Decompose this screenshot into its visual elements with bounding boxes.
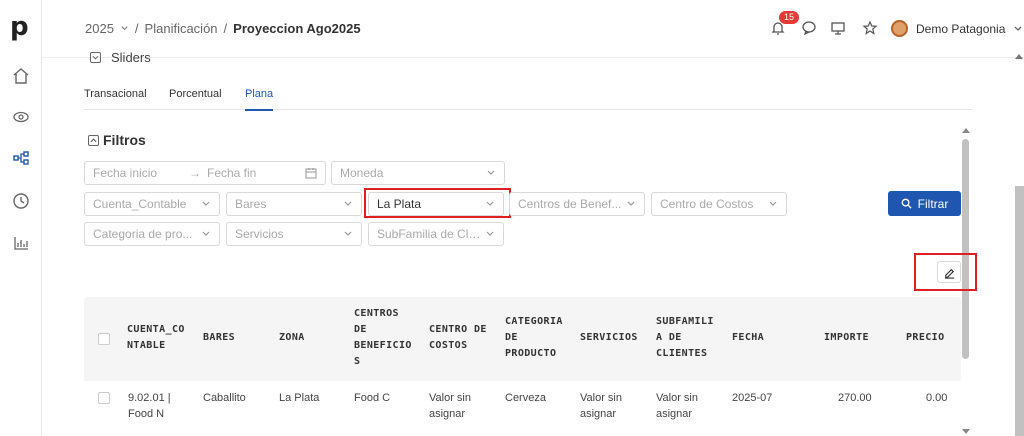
cell-cuenta-contable: 9.02.01 | Food N xyxy=(128,392,171,420)
search-icon xyxy=(901,198,912,209)
user-menu[interactable]: Demo Patagonia xyxy=(891,20,1023,37)
highlight-box-edit xyxy=(914,253,977,291)
breadcrumb-section[interactable]: Planificación xyxy=(145,21,218,36)
subfamilia-select[interactable]: SubFamilia de Cli... xyxy=(368,222,504,246)
centros-beneficio-placeholder: Centros de Benef... xyxy=(518,197,622,211)
sliders-label: Sliders xyxy=(111,50,151,65)
col-servicios[interactable]: SERVICIOS xyxy=(580,330,638,346)
chevron-down-icon xyxy=(202,231,210,236)
filters-title: Filtros xyxy=(103,132,146,148)
clock-icon[interactable] xyxy=(11,191,31,211)
chevron-down-icon xyxy=(202,201,210,206)
tab-bar: Transacional Porcentual Plana xyxy=(84,86,972,111)
col-centro-costos[interactable]: CENTRO DE COSTOS xyxy=(429,322,487,354)
calendar-icon[interactable] xyxy=(305,167,317,179)
subfamilia-placeholder: SubFamilia de Cli... xyxy=(377,227,481,241)
select-all-checkbox[interactable] xyxy=(98,333,110,345)
col-zona[interactable]: ZONA xyxy=(279,330,305,346)
cell-centros-beneficio: Food C xyxy=(354,392,391,404)
servicios-select[interactable]: Servicios xyxy=(226,222,362,246)
bar-chart-icon[interactable] xyxy=(11,233,31,253)
home-icon[interactable] xyxy=(11,66,31,86)
cell-importe: 270.00 xyxy=(838,392,872,404)
tab-plana[interactable]: Plana xyxy=(245,88,274,111)
chevron-down-icon xyxy=(1014,26,1022,31)
cell-precio: 0.00 xyxy=(926,392,948,404)
tab-transacional[interactable]: Transacional xyxy=(84,88,147,100)
bares-placeholder: Bares xyxy=(235,197,267,211)
content-scrollbar[interactable] xyxy=(962,139,969,359)
scroll-up-arrow[interactable] xyxy=(962,128,970,133)
filters-section-toggle[interactable]: Filtros xyxy=(88,132,146,148)
chevron-down-icon xyxy=(769,201,777,206)
chevron-down-icon xyxy=(344,201,352,206)
col-subfamilia-clientes[interactable]: SUBFAMILI A DE CLIENTES xyxy=(656,314,714,362)
collapse-icon xyxy=(90,52,101,63)
row-checkbox[interactable] xyxy=(98,392,110,404)
cell-centro-costos: Valor sin asignar xyxy=(429,392,471,420)
centros-beneficio-select[interactable]: Centros de Benef... xyxy=(509,192,645,216)
cuenta-contable-placeholder: Cuenta_Contable xyxy=(93,197,187,211)
col-cuenta-contable[interactable]: CUENTA_CO NTABLE xyxy=(127,322,185,354)
moneda-select[interactable]: Moneda xyxy=(331,161,505,185)
date-range-picker[interactable]: Fecha inicio → Fecha fin xyxy=(84,161,326,185)
col-categoria-producto[interactable]: CATEGORIA DE PRODUCTO xyxy=(505,314,563,362)
breadcrumb-current: Proyeccion Ago2025 xyxy=(233,21,361,36)
monitor-icon[interactable] xyxy=(830,20,846,36)
cell-categoria-producto: Cerveza xyxy=(505,392,546,404)
date-start-input[interactable]: Fecha inicio xyxy=(93,166,183,180)
notification-badge: 15 xyxy=(779,11,800,24)
user-name: Demo Patagonia xyxy=(916,21,1006,36)
sliders-section-toggle[interactable]: Sliders xyxy=(90,50,151,65)
star-icon[interactable] xyxy=(862,20,878,36)
cell-subfamilia-clientes: Valor sin asignar xyxy=(656,392,698,420)
filter-button-label: Filtrar xyxy=(917,196,949,211)
cell-zona: La Plata xyxy=(279,392,320,404)
breadcrumb-year[interactable]: 2025 xyxy=(85,21,114,36)
filter-button[interactable]: Filtrar xyxy=(888,191,961,216)
col-fecha[interactable]: FECHA xyxy=(732,330,764,346)
cell-bares: Caballito xyxy=(203,392,246,404)
hierarchy-icon[interactable] xyxy=(11,148,31,168)
breadcrumb: 2025 / Planificación / Proyeccion Ago202… xyxy=(85,21,361,36)
moneda-placeholder: Moneda xyxy=(340,166,384,180)
col-bares[interactable]: BARES xyxy=(203,330,235,346)
cell-fecha: 2025-07 xyxy=(732,392,773,404)
col-importe[interactable]: IMPORTE xyxy=(824,330,869,346)
eye-icon[interactable] xyxy=(11,107,31,127)
cell-servicios: Valor sin asignar xyxy=(580,392,622,420)
cuenta-contable-select[interactable]: Cuenta_Contable xyxy=(84,192,220,216)
chevron-down-icon xyxy=(486,231,494,236)
servicios-placeholder: Servicios xyxy=(235,227,284,241)
col-precio[interactable]: PRECIO xyxy=(906,330,945,346)
centro-costos-select[interactable]: Centro de Costos xyxy=(651,192,787,216)
app-logo[interactable]: p xyxy=(10,14,29,40)
page-scroll-up-arrow[interactable] xyxy=(1015,54,1023,59)
sidebar: p xyxy=(0,0,42,436)
arrow-right-icon: → xyxy=(189,166,201,180)
centro-costos-placeholder: Centro de Costos xyxy=(660,197,754,211)
chevron-down-icon[interactable] xyxy=(120,24,129,33)
bares-select[interactable]: Bares xyxy=(226,192,362,216)
categoria-producto-placeholder: Categoria de pro... xyxy=(93,227,193,241)
date-end-input[interactable]: Fecha fin xyxy=(207,166,305,180)
categoria-producto-select[interactable]: Categoria de pro... xyxy=(84,222,220,246)
chat-icon[interactable] xyxy=(801,20,817,36)
chevron-down-icon xyxy=(627,201,635,206)
avatar xyxy=(891,20,908,37)
highlight-box-zona xyxy=(364,188,511,218)
chevron-down-icon xyxy=(487,170,495,175)
scroll-down-arrow[interactable] xyxy=(962,429,970,434)
breadcrumb-separator: / xyxy=(134,21,139,36)
page-scrollbar[interactable] xyxy=(1015,186,1024,436)
chevron-down-icon xyxy=(344,231,352,236)
breadcrumb-separator: / xyxy=(223,21,228,36)
collapse-icon xyxy=(88,134,99,146)
tab-porcentual[interactable]: Porcentual xyxy=(169,88,222,100)
col-centros-beneficio[interactable]: CENTROS DE BENEFICIO S xyxy=(354,306,412,370)
